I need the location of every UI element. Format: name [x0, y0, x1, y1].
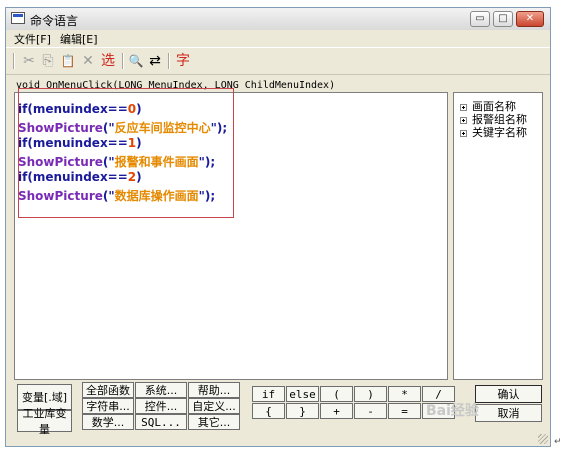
tree-item-keywords[interactable]: 关键字名称: [460, 124, 527, 139]
line-break-mark: ↵: [554, 437, 561, 447]
replace-icon[interactable]: ⇄: [147, 52, 163, 70]
op-equals-button[interactable]: =: [388, 403, 421, 419]
sql-button[interactable]: SQL...: [135, 414, 187, 430]
toolbar-separator: [13, 53, 15, 69]
toolbar: ✂ ⎘ 📋 ✕ 选 🔍 ⇄ 字: [6, 47, 550, 75]
toolbar-separator: [168, 53, 170, 69]
app-icon: [11, 12, 25, 24]
watermark: Bai经验: [426, 403, 479, 419]
highlight-box: [18, 88, 234, 218]
delete-icon[interactable]: ✕: [81, 52, 95, 70]
tree-item-alarm-groups[interactable]: 报警组名称: [460, 111, 527, 126]
expand-icon[interactable]: [460, 104, 467, 111]
op-lparen-button[interactable]: (: [320, 386, 353, 402]
help-button[interactable]: 帮助...: [188, 382, 240, 398]
tree-item-screen-names[interactable]: 画面名称: [460, 98, 516, 113]
menu-bar: 文件[F] 编辑[E]: [6, 30, 550, 46]
window-title: 命令语言: [30, 14, 79, 28]
font-icon[interactable]: 字: [175, 52, 191, 70]
paste-icon[interactable]: 📋: [60, 52, 76, 70]
keyword-tree[interactable]: 画面名称 报警组名称 关键字名称: [453, 92, 543, 380]
copy-icon[interactable]: ⎘: [41, 52, 55, 70]
command-language-window: 命令语言 ▭ □ ✕ 文件[F] 编辑[E] ✂ ⎘ 📋 ✕ 选 🔍 ⇄ 字 v…: [5, 7, 551, 447]
select-icon[interactable]: 选: [100, 52, 116, 70]
minimize-button[interactable]: ▭: [470, 11, 490, 27]
control-button[interactable]: 控件...: [135, 398, 187, 414]
close-button[interactable]: ✕: [516, 11, 544, 27]
menu-edit[interactable]: 编辑[E]: [60, 31, 98, 47]
expand-icon[interactable]: [460, 130, 467, 137]
math-button[interactable]: 数学...: [82, 414, 134, 430]
system-button[interactable]: 系统...: [135, 382, 187, 398]
string-button[interactable]: 字符串...: [82, 398, 134, 414]
find-icon[interactable]: 🔍: [128, 52, 144, 70]
expand-icon[interactable]: [460, 117, 467, 124]
industrial-variable-button[interactable]: 工业库变量: [17, 407, 72, 436]
resize-grip[interactable]: [538, 434, 548, 444]
toolbar-separator: [122, 53, 124, 69]
all-functions-button[interactable]: 全部函数: [82, 382, 134, 398]
op-plus-button[interactable]: +: [320, 403, 353, 419]
maximize-button[interactable]: □: [493, 11, 513, 27]
other-button[interactable]: 其它...: [188, 414, 240, 430]
op-lbrace-button[interactable]: {: [252, 403, 285, 419]
op-if-button[interactable]: if: [252, 386, 285, 402]
op-multiply-button[interactable]: *: [388, 386, 421, 402]
op-else-button[interactable]: else: [286, 386, 319, 402]
cut-icon[interactable]: ✂: [22, 52, 36, 70]
ok-button[interactable]: 确认: [475, 385, 542, 403]
tree-item-label: 关键字名称: [472, 126, 527, 139]
op-rparen-button[interactable]: ): [354, 386, 387, 402]
custom-button[interactable]: 自定义...: [188, 398, 240, 414]
code-editor[interactable]: if(menuindex==0) ShowPicture("反应车间监控中心")…: [14, 88, 448, 380]
op-rbrace-button[interactable]: }: [286, 403, 319, 419]
title-bar[interactable]: 命令语言 ▭ □ ✕: [6, 8, 550, 31]
cancel-button[interactable]: 取消: [475, 404, 542, 422]
menu-file[interactable]: 文件[F]: [14, 31, 51, 47]
op-minus-button[interactable]: -: [354, 403, 387, 419]
